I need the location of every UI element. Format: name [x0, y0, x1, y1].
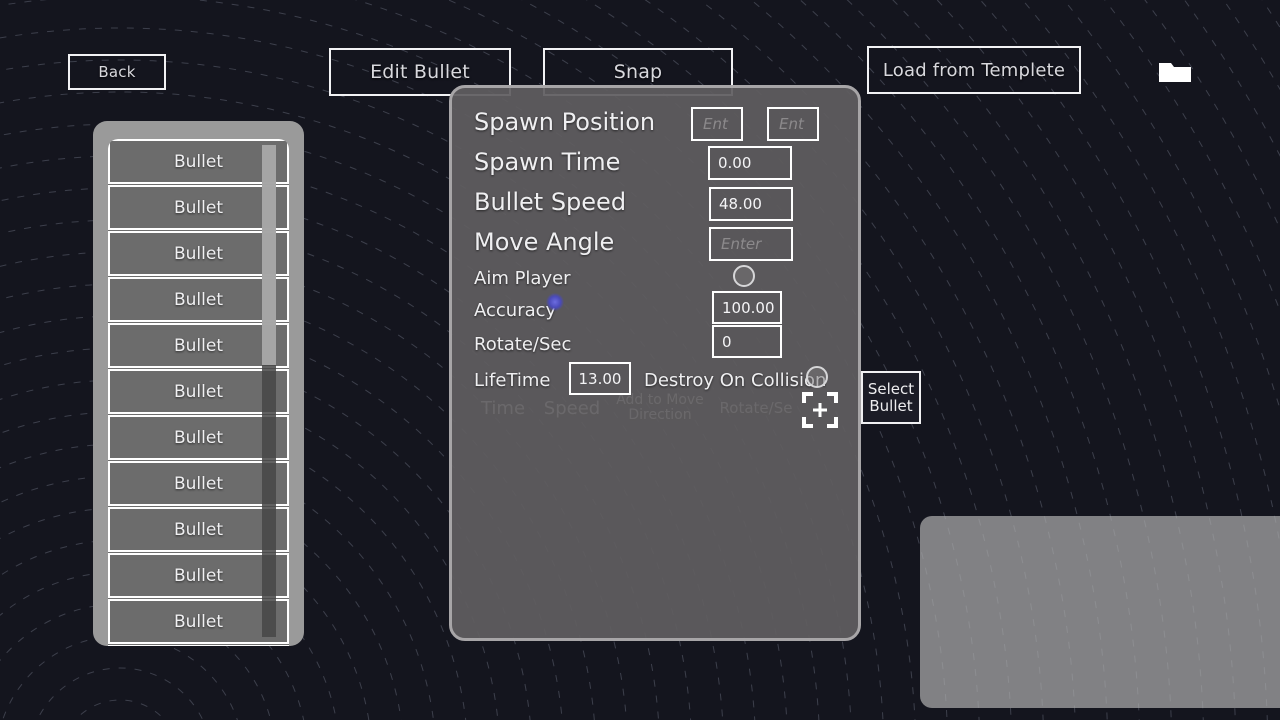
- rotate-per-sec-label-row: Rotate/Sec: [474, 334, 571, 355]
- spawn-time-input[interactable]: 0.00: [708, 146, 792, 180]
- spawn-position-label: Spawn Position: [474, 108, 656, 136]
- accuracy-label-row: Accuracy: [474, 300, 556, 321]
- list-item-label: Bullet: [173, 565, 223, 586]
- destroy-on-collision-toggle[interactable]: [806, 366, 828, 388]
- back-button-label: Back: [98, 63, 136, 81]
- lifetime-label: LifeTime: [474, 370, 551, 391]
- select-bullet-label-line2: Bullet: [869, 396, 913, 415]
- lifetime-label-row: LifeTime: [474, 370, 551, 391]
- list-item-label: Bullet: [173, 197, 223, 218]
- list-item[interactable]: Bullet: [108, 645, 289, 646]
- accuracy-input[interactable]: 100.00: [712, 291, 782, 324]
- aim-player-label-row: Aim Player: [474, 268, 571, 289]
- bullet-pattern-table[interactable]: [920, 516, 1280, 708]
- bullet-list-scrollbar-thumb[interactable]: [262, 145, 276, 365]
- bullet-speed-label-row: Bullet Speed: [474, 188, 626, 216]
- spawn-time-label-row: Spawn Time: [474, 148, 620, 176]
- move-angle-label: Move Angle: [474, 228, 615, 256]
- rotate-per-sec-label: Rotate/Sec: [474, 334, 572, 355]
- list-item-label: Bullet: [173, 335, 223, 356]
- bullet-speed-input[interactable]: 48.00: [709, 187, 793, 221]
- move-angle-input[interactable]: Enter: [709, 227, 793, 261]
- select-bullet-label-line1: Select: [867, 380, 915, 399]
- list-item-label: Bullet: [173, 473, 223, 494]
- add-row-button[interactable]: [802, 392, 838, 428]
- bullet-speed-label: Bullet Speed: [474, 188, 627, 216]
- destroy-on-collision-label: Destroy On Collision: [644, 370, 827, 391]
- load-from-template-button[interactable]: Load from Templete: [867, 46, 1081, 94]
- destroy-on-collision-label-row: Destroy On Collision: [644, 370, 826, 391]
- spawn-time-label: Spawn Time: [474, 148, 621, 176]
- list-item-label: Bullet: [173, 519, 223, 540]
- load-from-template-button-label: Load from Templete: [882, 59, 1066, 81]
- list-item-label: Bullet: [173, 243, 223, 264]
- spawn-position-x-input[interactable]: Ent: [691, 107, 743, 141]
- folder-icon[interactable]: [1159, 60, 1191, 82]
- spawn-position-label-row: Spawn Position: [474, 108, 655, 136]
- accuracy-label: Accuracy: [474, 300, 557, 321]
- bullet-editor-panel: Spawn Position Ent Ent Spawn Time 0.00 B…: [449, 85, 1280, 708]
- spawn-position-y-input[interactable]: Ent: [767, 107, 819, 141]
- edit-bullet-button-label: Edit Bullet: [370, 61, 470, 83]
- aim-player-toggle[interactable]: [733, 265, 755, 287]
- list-item-label: Bullet: [173, 151, 223, 172]
- move-angle-label-row: Move Angle: [474, 228, 614, 256]
- list-item-label: Bullet: [173, 381, 223, 402]
- back-button[interactable]: Back: [68, 54, 166, 90]
- snap-button-label: Snap: [613, 61, 663, 83]
- list-item-label: Bullet: [173, 427, 223, 448]
- list-item-label: Bullet: [173, 611, 223, 632]
- rotate-per-sec-input[interactable]: 0: [712, 325, 782, 358]
- list-item-label: Bullet: [173, 289, 223, 310]
- aim-player-label: Aim Player: [474, 268, 571, 289]
- cursor-indicator: [546, 293, 564, 311]
- select-bullet-button[interactable]: Select Bullet: [861, 371, 921, 424]
- lifetime-input[interactable]: 13.00: [569, 362, 631, 395]
